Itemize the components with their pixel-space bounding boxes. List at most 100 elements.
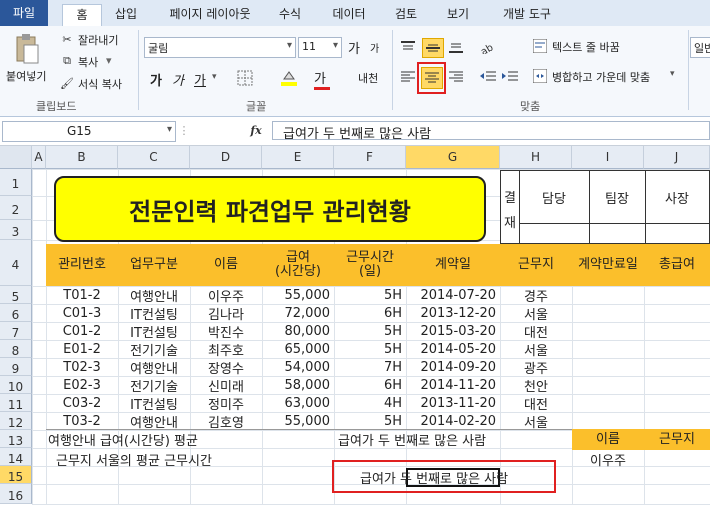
underline-button[interactable]: 가 — [194, 70, 206, 89]
tab-formulas[interactable]: 수식 — [272, 4, 308, 24]
underline-dropdown-icon[interactable]: ▾ — [212, 72, 217, 82]
number-format-select[interactable]: 일반 — [690, 37, 710, 58]
wrap-text-button[interactable]: 텍스트 줄 바꿈 — [552, 39, 620, 55]
merge-dropdown-icon[interactable]: ▾ — [670, 69, 675, 79]
font-name-select[interactable]: 굴림 ▾ — [144, 37, 296, 58]
title-banner: 전문인력 파견업무 관리현황 — [54, 176, 486, 242]
tab-developer[interactable]: 개발 도구 — [494, 4, 560, 24]
name-box[interactable]: G15 ▾ — [2, 121, 176, 142]
row-header-5[interactable]: 5 — [0, 286, 32, 304]
row-header-12[interactable]: 12 — [0, 412, 32, 430]
group-divider — [138, 30, 139, 110]
row-header-1[interactable]: 1 — [0, 169, 32, 196]
table-header-cell[interactable]: 계약만료일 — [572, 244, 644, 286]
shrink-font-button[interactable]: 가 — [370, 40, 379, 55]
increase-indent-icon[interactable] — [500, 68, 520, 86]
table-header-cell[interactable]: 급여 (시간당) — [262, 244, 334, 286]
column-header-i[interactable]: I — [572, 146, 644, 169]
paste-icon[interactable] — [12, 32, 42, 66]
merge-center-icon[interactable] — [532, 68, 548, 84]
font-color-button[interactable]: 가 — [314, 68, 330, 90]
table-header-cell[interactable]: 근무시간 (일) — [334, 244, 406, 286]
decrease-indent-icon[interactable] — [478, 68, 498, 86]
row-header-10[interactable]: 10 — [0, 376, 32, 394]
table-header-cell[interactable]: 업무구분 — [118, 244, 190, 286]
spreadsheet-grid[interactable]: A B C D E F G H I J 1 2 3 4 5 6 7 8 9 10 11 12 13 14 1… — [0, 146, 710, 505]
formula-input[interactable]: 급여가 두 번째로 많은 사람 — [272, 121, 710, 142]
row-header-9[interactable]: 9 — [0, 358, 32, 376]
row-header-13[interactable]: 13 — [0, 430, 32, 448]
tab-view[interactable]: 보기 — [440, 4, 476, 24]
tab-review[interactable]: 검토 — [388, 4, 424, 24]
cell-g15[interactable]: 급여가 두 번째로 많은 사람 — [360, 468, 508, 487]
select-all-corner[interactable] — [0, 146, 32, 169]
copy-button[interactable]: 복사 — [78, 54, 98, 70]
svg-text:ab: ab — [480, 42, 495, 54]
italic-button[interactable]: 가 — [172, 70, 184, 89]
tab-insert[interactable]: 삽입 — [108, 4, 144, 24]
table-header-cell[interactable]: 총급여 — [644, 244, 710, 286]
paste-button[interactable]: 붙여넣기 — [6, 68, 46, 84]
fill-color-icon[interactable] — [280, 69, 298, 87]
row-header-14[interactable]: 14 — [0, 448, 32, 466]
cell-b14[interactable]: 근무지 서울의 평균 근무시간 — [56, 450, 212, 469]
chevron-down-icon: ▾ — [332, 40, 338, 51]
row-header-7[interactable]: 7 — [0, 322, 32, 340]
align-right-icon[interactable] — [446, 68, 466, 86]
cell-f13[interactable]: 급여가 두 번째로 많은 사람 — [338, 429, 486, 450]
table-header-cell[interactable]: 관리번호 — [46, 244, 118, 286]
align-bottom-icon[interactable] — [446, 38, 466, 56]
tab-page-layout[interactable]: 페이지 레이아웃 — [158, 4, 262, 24]
align-left-icon[interactable] — [398, 68, 418, 86]
row-header-8[interactable]: 8 — [0, 340, 32, 358]
column-header-h[interactable]: H — [500, 146, 572, 169]
format-painter-button[interactable]: 서식 복사 — [78, 76, 122, 92]
tab-file[interactable]: 파일 — [0, 0, 48, 26]
cut-button[interactable]: 잘라내기 — [78, 32, 118, 48]
copy-dropdown-icon[interactable]: ▾ — [106, 54, 112, 67]
column-header-b[interactable]: B — [46, 146, 118, 169]
orientation-icon[interactable]: ab — [478, 38, 502, 56]
approval-side-label: 결 재 — [501, 171, 520, 243]
grow-font-button[interactable]: 가 — [348, 38, 360, 57]
approval-label-2: 재 — [504, 216, 516, 231]
row-header-11[interactable]: 11 — [0, 394, 32, 412]
tab-home[interactable]: 홈 — [62, 4, 102, 27]
cell-i14[interactable]: 이우주 — [572, 450, 644, 469]
align-middle-icon[interactable] — [422, 38, 444, 58]
cell-j13[interactable]: 근무지 — [644, 429, 710, 450]
wrap-text-icon[interactable] — [532, 38, 548, 54]
cell-b13[interactable]: 여행안내 급여(시간당) 평균 — [48, 429, 198, 450]
column-header-e[interactable]: E — [262, 146, 334, 169]
column-header-f[interactable]: F — [334, 146, 406, 169]
format-painter-icon[interactable]: 🖌 — [60, 76, 74, 90]
row-header-4[interactable]: 4 — [0, 240, 32, 286]
table-header-cell[interactable]: 근무지 — [500, 244, 572, 286]
insert-function-icon[interactable]: fx — [246, 121, 266, 139]
table-header-cell[interactable]: 계약일 — [406, 244, 500, 286]
cell-i13[interactable]: 이름 — [572, 429, 644, 450]
row-header-6[interactable]: 6 — [0, 304, 32, 322]
bold-button[interactable]: 가 — [150, 70, 162, 89]
phonetic-button[interactable]: 내천 — [358, 70, 378, 86]
tab-data[interactable]: 데이터 — [325, 4, 373, 24]
clipboard-group-label: 클립보드 — [36, 100, 77, 113]
scissors-icon[interactable]: ✂ — [60, 32, 74, 46]
column-header-g[interactable]: G — [406, 146, 500, 169]
font-size-select[interactable]: 11 ▾ — [298, 37, 342, 58]
row-header-15[interactable]: 15 — [0, 466, 32, 484]
row-header-2[interactable]: 2 — [0, 196, 32, 220]
merge-center-button[interactable]: 병합하고 가운데 맞춤 — [552, 69, 650, 85]
column-header-j[interactable]: J — [644, 146, 710, 169]
row-header-16[interactable]: 16 — [0, 484, 32, 504]
approval-manager-label: 담당 — [519, 171, 590, 224]
align-top-icon[interactable] — [398, 38, 418, 56]
copy-icon[interactable]: ⧉ — [60, 54, 74, 68]
approval-divider — [589, 223, 590, 243]
column-header-d[interactable]: D — [190, 146, 262, 169]
column-header-c[interactable]: C — [118, 146, 190, 169]
column-header-a[interactable]: A — [32, 146, 46, 169]
border-icon[interactable] — [236, 70, 254, 86]
table-header-cell[interactable]: 이름 — [190, 244, 262, 286]
row-header-3[interactable]: 3 — [0, 220, 32, 240]
